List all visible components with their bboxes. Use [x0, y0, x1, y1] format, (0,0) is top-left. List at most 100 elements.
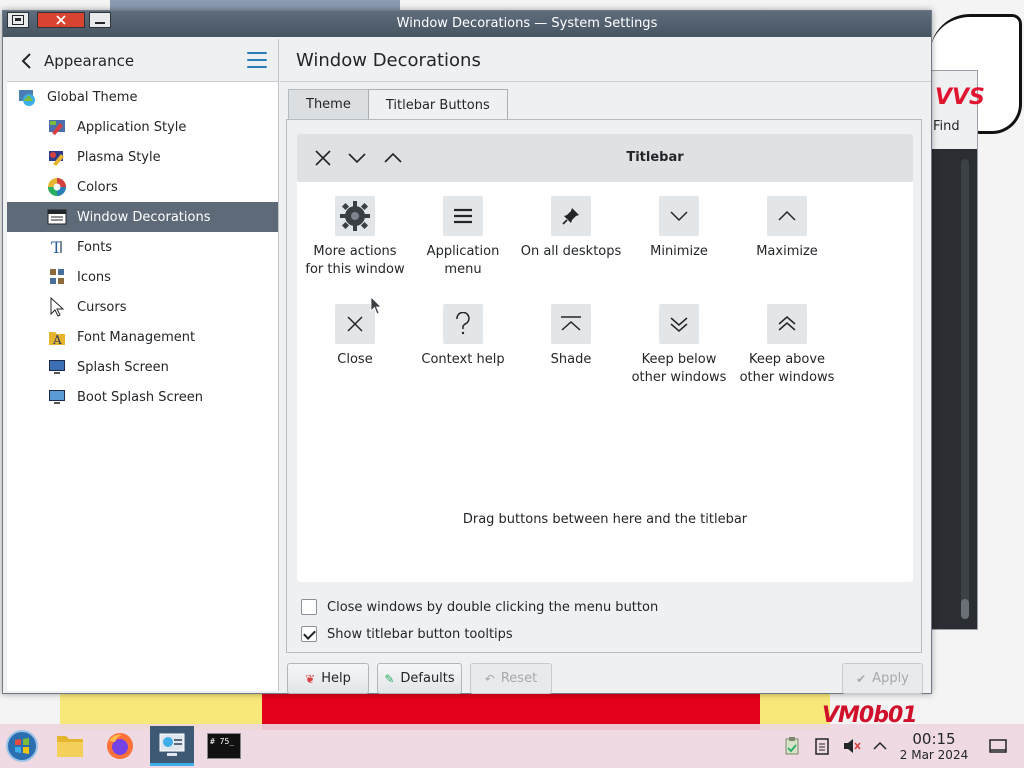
close-icon	[347, 316, 363, 332]
sidebar-item-cursors[interactable]: Cursors	[7, 292, 278, 322]
start-menu-icon	[6, 730, 38, 762]
sidebar-item-label: Font Management	[77, 329, 196, 345]
defaults-button[interactable]: ✎ Defaults	[377, 663, 462, 694]
start-menu-button[interactable]	[0, 726, 44, 766]
keep-above-icon	[778, 316, 796, 331]
pool-tile	[659, 196, 699, 236]
sidebar-item-label: Cursors	[77, 299, 127, 315]
option-close-on-double-click[interactable]: Close windows by double clicking the men…	[301, 598, 658, 616]
file-manager-button[interactable]	[48, 726, 92, 766]
pool-tile	[443, 196, 483, 236]
mouse-cursor-icon	[370, 296, 382, 315]
tab-titlebar-buttons[interactable]: Titlebar Buttons	[367, 89, 508, 120]
pool-button-application-menu[interactable]: Application menu	[409, 196, 517, 279]
pool-button-keep-below[interactable]: Keep below other windows	[625, 304, 733, 387]
reset-button-label: Reset	[500, 671, 538, 686]
notes-icon[interactable]	[812, 736, 832, 756]
pool-button-minimize[interactable]: Minimize	[625, 196, 733, 261]
hamburger-menu-icon[interactable]	[247, 52, 267, 68]
pool-label: Close	[337, 352, 373, 367]
close-double-click-checkbox[interactable]	[301, 599, 317, 615]
clock[interactable]: 00:15 2 Mar 2024	[890, 730, 978, 762]
drag-hint: Drag buttons between here and the titleb…	[462, 512, 748, 527]
option-show-tooltips[interactable]: Show titlebar button tooltips	[301, 625, 513, 643]
pool-label: Context help	[421, 352, 505, 367]
window-titlebar[interactable]: Window Decorations — System Settings	[3, 11, 931, 37]
global-theme-icon	[19, 90, 35, 106]
sidebar-item-application-style[interactable]: Application Style	[7, 112, 278, 142]
pool-tile	[335, 196, 375, 236]
pool-tile	[767, 196, 807, 236]
terminal-button[interactable]: # 75_	[202, 726, 246, 766]
titlebar-preview[interactable]: Titlebar	[297, 134, 913, 182]
sidebar-item-icons[interactable]: Icons	[7, 262, 278, 292]
pool-label: Maximize	[756, 244, 818, 259]
footer-buttons: ❦ Help ✎ Defaults ↶ Reset ✔ Apply	[287, 663, 923, 695]
splash-screen-icon	[49, 360, 65, 374]
sidebar-title: Appearance	[44, 52, 135, 70]
pool-label: On all desktops	[520, 244, 622, 259]
clipboard-icon[interactable]	[782, 736, 802, 756]
terminal-prompt: # 75_	[210, 737, 235, 746]
firefox-icon	[107, 733, 133, 759]
apply-button[interactable]: ✔ Apply	[842, 663, 923, 694]
colors-icon	[48, 178, 66, 196]
file-manager-icon	[57, 736, 83, 757]
expand-tray-icon[interactable]	[870, 736, 890, 756]
defaults-icon: ✎	[384, 671, 395, 686]
sidebar-item-label: Fonts	[77, 239, 113, 255]
option-label: Close windows by double clicking the men…	[327, 599, 659, 615]
volume-muted-icon[interactable]	[842, 736, 862, 756]
help-button[interactable]: ❦ Help	[287, 663, 369, 694]
sidebar-item-splash-screen[interactable]: Splash Screen	[7, 352, 278, 382]
background-window-scroll-thumb[interactable]	[961, 599, 969, 619]
preview-title: Titlebar	[626, 150, 684, 165]
sidebar-list: Global Theme Application Style Plasma St…	[7, 82, 278, 412]
sidebar-header: Appearance	[7, 39, 278, 82]
check-icon: ✔	[856, 671, 867, 686]
page-title: Window Decorations	[296, 50, 481, 71]
sidebar-item-boot-splash-screen[interactable]: Boot Splash Screen	[7, 382, 278, 412]
sidebar-item-label: Boot Splash Screen	[77, 389, 203, 405]
pool-button-shade[interactable]: Shade	[517, 304, 625, 369]
sidebar-item-global-theme[interactable]: Global Theme	[7, 82, 278, 112]
pool-button-context-help[interactable]: Context help	[409, 304, 517, 369]
sidebar-item-fonts[interactable]: T Fonts	[7, 232, 278, 262]
firefox-button[interactable]	[98, 726, 142, 766]
pool-button-maximize[interactable]: Maximize	[733, 196, 841, 261]
pool-button-close[interactable]: Close	[301, 304, 409, 369]
boot-splash-screen-icon	[49, 390, 65, 404]
help-icon: ❦	[305, 671, 316, 686]
show-desktop-icon[interactable]	[988, 736, 1008, 756]
clock-time: 00:15	[912, 730, 956, 748]
back-arrow-icon[interactable]	[19, 51, 33, 71]
sidebar-item-label: Icons	[77, 269, 111, 285]
apply-button-label: Apply	[872, 671, 909, 686]
sidebar-item-font-management[interactable]: A Font Management	[7, 322, 278, 352]
pool-button-keep-above[interactable]: Keep above other windows	[733, 304, 841, 387]
pool-button-on-all-desktops[interactable]: On all desktops	[517, 196, 625, 261]
pool-label: Keep above	[748, 352, 826, 367]
pool-tile	[443, 304, 483, 344]
background-window-scrollbar[interactable]	[961, 159, 969, 619]
sidebar-item-plasma-style[interactable]: Plasma Style	[7, 142, 278, 172]
show-tooltips-checkbox[interactable]	[301, 626, 317, 642]
reset-button[interactable]: ↶ Reset	[470, 663, 552, 694]
shade-icon	[561, 316, 581, 331]
sidebar-item-colors[interactable]: Colors	[7, 172, 278, 202]
pool-label: Application	[426, 244, 500, 259]
sidebar-item-label: Splash Screen	[77, 359, 169, 375]
background-window-find[interactable]: Find	[933, 119, 960, 134]
tab-theme[interactable]: Theme	[288, 89, 369, 119]
background-window-brand: VVS	[935, 85, 985, 110]
window-title: Window Decorations — System Settings	[396, 16, 658, 31]
system-settings-button[interactable]	[150, 726, 194, 766]
pool-label: Minimize	[650, 244, 708, 259]
sidebar-item-label: Plasma Style	[77, 149, 161, 165]
option-label: Show titlebar button tooltips	[327, 626, 513, 642]
pool-button-more-actions[interactable]: More actions for this window	[301, 196, 409, 279]
sidebar-item-window-decorations[interactable]: Window Decorations	[7, 202, 278, 232]
pool-tile	[551, 304, 591, 344]
taskbar: # 75_ 00:15 2 Mar 2024	[0, 724, 1024, 768]
background-window[interactable]: VVS Find	[930, 70, 985, 630]
